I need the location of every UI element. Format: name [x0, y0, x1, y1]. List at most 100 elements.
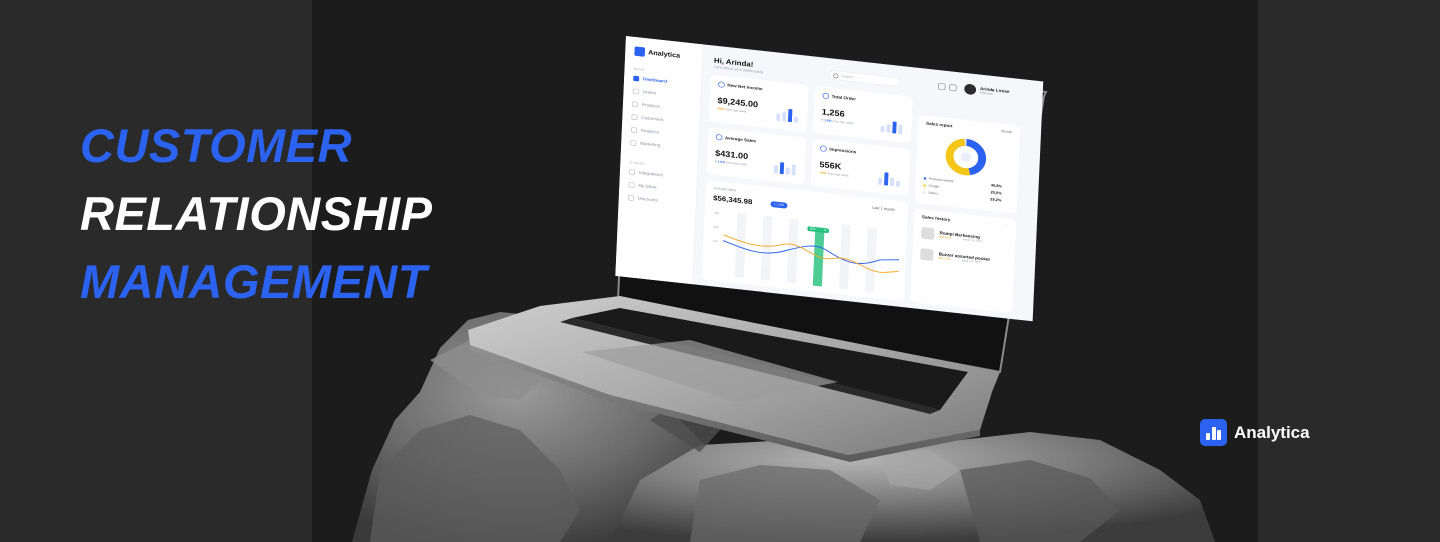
change-value: -50%: [819, 171, 827, 176]
integrations-icon: [629, 169, 636, 176]
card-title-text: Average Sales: [724, 135, 757, 144]
sidebar-item-label: Products: [641, 102, 661, 110]
legend-label: Others: [928, 191, 939, 196]
period-select[interactable]: Last 1 month: [872, 206, 895, 212]
mail-icon[interactable]: [938, 82, 946, 91]
card-average-sales[interactable]: Average Sales $431.00 + 1.6% from last w…: [706, 127, 807, 185]
line-chart: [722, 212, 900, 293]
change-sub: from last week: [725, 160, 748, 167]
sidebar-item-label: Integrations: [638, 170, 663, 178]
sidebar-logo[interactable]: Analytica: [634, 46, 680, 60]
cart-icon: [960, 152, 972, 162]
sidebar-item-label: Dashboard: [642, 77, 668, 84]
sidebar-item-label: Customers: [641, 115, 664, 123]
overall-sales-card: Overall sales $56,345.98 + 1.6% Last 1 m…: [701, 179, 909, 302]
change-sub: from last week: [827, 172, 849, 178]
card-impressions[interactable]: Impressions 556K -50% from last week: [810, 138, 911, 197]
card-title: New Net Income: [718, 81, 763, 92]
sidebar-menu-section: MENU: [633, 67, 645, 73]
sidebar-item-label: Orders: [642, 90, 657, 96]
sidebar-item-dashboard[interactable]: Dashboard: [633, 75, 668, 85]
brand-badge: Analytica: [1200, 419, 1310, 446]
sales-history-title: Sales history: [921, 215, 951, 223]
eye-icon: [820, 145, 827, 152]
legend-value: 29,2%: [990, 197, 1002, 203]
card-change: + 1.6% from last week: [821, 118, 853, 125]
change-sub: from last week: [832, 119, 854, 126]
column-bg: [786, 218, 799, 284]
card-title: Impressions: [820, 145, 856, 155]
change-sub: from last week: [725, 107, 747, 114]
bell-icon[interactable]: [949, 84, 957, 92]
search-placeholder: Search...: [840, 74, 857, 80]
home-icon: [633, 75, 640, 82]
card-change: -50% from last week: [717, 107, 747, 114]
card-change: + 1.6% from last week: [715, 160, 747, 167]
card-net-income[interactable]: New Net Income $9,245.00 -50% from last …: [708, 74, 809, 133]
header-icons: [938, 82, 957, 92]
sidebar-item-orders[interactable]: Orders: [632, 88, 657, 96]
month-select[interactable]: Month: [1001, 130, 1012, 135]
sidebar: Analytica MENU Dashboard Orders Products…: [615, 36, 704, 285]
card-value: $431.00: [714, 148, 749, 161]
sidebar-item-discounts[interactable]: Discounts: [627, 194, 658, 204]
sidebar-item-marketing[interactable]: Marketing: [630, 139, 661, 149]
card-title-text: New Net Income: [727, 83, 763, 92]
y-tick: 40k: [713, 211, 720, 216]
sidebar-item-label: Marketing: [640, 141, 661, 148]
legend-label: Google: [928, 184, 940, 189]
sales-report-card: Sales report Month Personal website 45,8%…: [914, 114, 1021, 214]
mini-bar-chart: [773, 161, 796, 176]
card-value: 1,256: [821, 106, 845, 119]
column-bg: [838, 224, 851, 290]
product-thumbnail: [920, 247, 934, 262]
marketing-icon: [630, 139, 637, 146]
overall-sales-badge: + 1.6%: [770, 201, 788, 209]
legend-value: 25,0%: [990, 190, 1002, 196]
analytica-logo-icon: [1200, 419, 1227, 446]
sidebar-logo-text: Analytica: [648, 49, 681, 60]
overall-sales-label: Overall sales: [713, 186, 737, 193]
mini-bar-chart: [776, 108, 798, 123]
column-bg: [760, 215, 773, 281]
y-tick: 30k: [713, 225, 719, 230]
more-icon[interactable]: ···: [1003, 223, 1008, 229]
change-value: -50%: [717, 107, 725, 112]
card-value: 556K: [819, 159, 842, 172]
customers-icon: [631, 114, 638, 121]
headline-line-2: RELATIONSHIP: [80, 187, 433, 240]
sidebar-item-label: Discounts: [637, 196, 658, 203]
discount-icon: [627, 194, 634, 201]
sidebar-item-customers[interactable]: Customers: [631, 114, 664, 123]
sales-icon: [715, 133, 723, 141]
search-input[interactable]: Search...: [828, 69, 901, 88]
user-profile[interactable]: Arinda Lirose Manager: [964, 83, 1010, 98]
brand-name: Analytica: [1234, 422, 1310, 442]
card-total-order[interactable]: Total Order 1,256 + 1.6% from last week: [813, 85, 913, 144]
sidebar-item-products[interactable]: Products: [632, 101, 660, 109]
card-title: Total Order: [822, 92, 856, 102]
sidebar-item-my-store[interactable]: My Store: [628, 182, 657, 190]
mini-bar-chart: [878, 172, 900, 187]
legend-value: 45,8%: [990, 183, 1002, 189]
change-value: + 1.6%: [714, 159, 726, 165]
avatar: [964, 83, 977, 96]
sidebar-item-label: My Store: [638, 183, 657, 190]
list-item[interactable]: Rompi Berkancing $110.00April 24, 2022: [920, 226, 983, 245]
product-price: $110.00: [938, 256, 951, 261]
orders-icon: [632, 88, 639, 95]
card-title: Average Sales: [715, 133, 757, 144]
donut-chart: [945, 138, 987, 176]
list-item[interactable]: Buzzer assorted pocket $110.00April 24, …: [920, 247, 990, 267]
sidebar-item-integrations[interactable]: Integrations: [629, 169, 663, 178]
analytica-logo-icon: [634, 46, 646, 57]
card-title-text: Impressions: [829, 147, 857, 155]
headline-line-3: MANAGEMENT: [80, 255, 428, 308]
sidebar-item-analytics[interactable]: Analytics: [630, 127, 659, 135]
banner: Analytica MENU Dashboard Orders Products…: [0, 0, 1440, 542]
product-thumbnail: [920, 226, 935, 241]
cart-icon: [822, 92, 830, 100]
y-tick: 20k: [712, 239, 718, 244]
headline-line-1: CUSTOMER: [80, 119, 353, 172]
overall-sales-value: $56,345.98: [712, 193, 753, 207]
